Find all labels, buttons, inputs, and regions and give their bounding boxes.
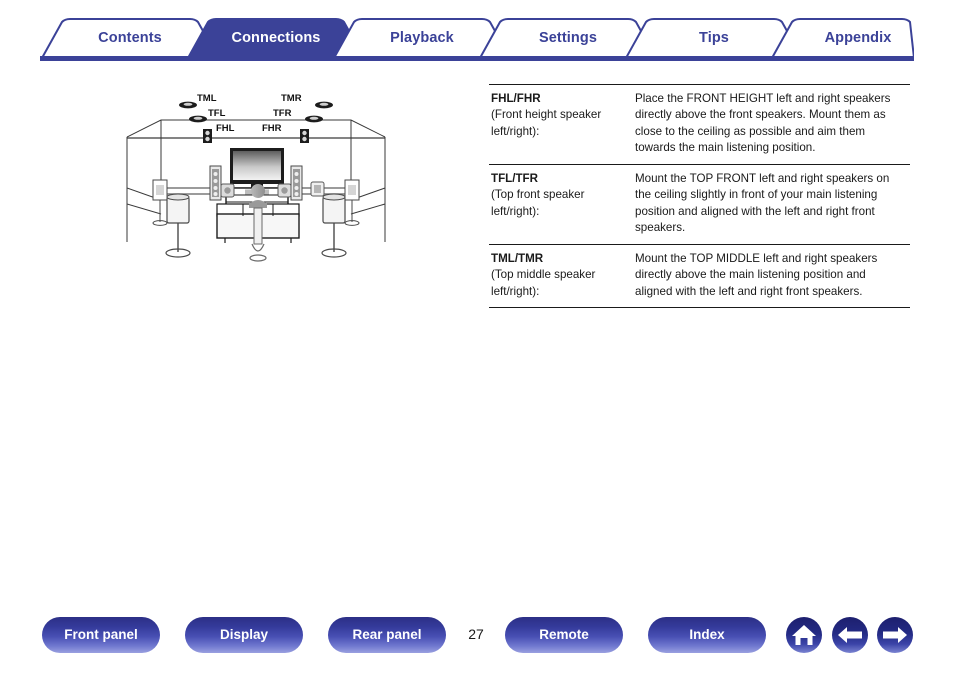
diagram-label-fhr: FHR	[262, 123, 282, 134]
speaker-layout-illustration	[126, 101, 386, 262]
speaker-name: (Top middle speaker left/right):	[491, 268, 596, 298]
tab-appendix[interactable]: Appendix	[798, 18, 918, 58]
back-arrow-glyph	[838, 627, 862, 643]
table-cell-term: TFL/TFR (Top front speaker left/right):	[489, 163, 627, 245]
table-row: FHL/FHR (Front height speaker left/right…	[489, 84, 910, 165]
speaker-definition-table: FHL/FHR (Front height speaker left/right…	[489, 84, 910, 308]
surround-back-speaker-left	[310, 181, 325, 197]
tfr-cone	[309, 116, 319, 120]
front-height-speaker-right	[300, 129, 309, 143]
speaker-code: FHL/FHR	[491, 92, 541, 105]
table-cell-description: Mount the TOP MIDDLE left and right spea…	[627, 243, 910, 308]
footer-navigation: Front panel Display Rear panel 27 Remote…	[0, 612, 954, 673]
tab-tips[interactable]: Tips	[654, 18, 774, 58]
tab-connections[interactable]: Connections	[216, 18, 336, 58]
diagram-label-tmr: TMR	[281, 93, 302, 104]
table-row: TML/TMR (Top middle speaker left/right):…	[489, 243, 910, 308]
speaker-code: TFL/TFR	[491, 171, 539, 185]
forward-arrow-icon[interactable]	[877, 617, 913, 653]
tab-settings[interactable]: Settings	[508, 18, 628, 58]
diagram-label-tml: TML	[197, 93, 217, 104]
table-cell-term: FHL/FHR (Front height speaker left/right…	[489, 84, 627, 165]
tmr-cone	[319, 102, 329, 106]
speaker-layout-diagram: TML TFL FHL TMR TFR FHR	[125, 92, 387, 267]
main-tab-bar[interactable]: Contents Connections Playback Settings T…	[40, 18, 914, 62]
diagram-label-fhl: FHL	[216, 123, 235, 134]
back-arrow-icon[interactable]	[832, 617, 868, 653]
footer-button-display[interactable]: Display	[185, 617, 303, 653]
tfl-cone	[193, 116, 203, 120]
corner-speaker-left-rear	[152, 179, 168, 226]
surround-speaker-left	[220, 183, 235, 198]
table-row: TFL/TFR (Top front speaker left/right): …	[489, 163, 910, 245]
home-icon[interactable]	[786, 617, 822, 653]
speaker-name: (Front height speaker left/right):	[491, 108, 602, 138]
footer-button-index[interactable]: Index	[648, 617, 766, 653]
table-cell-description: Mount the TOP FRONT left and right speak…	[627, 163, 910, 245]
footer-button-rear-panel[interactable]: Rear panel	[328, 617, 446, 653]
surround-speaker-right	[277, 183, 292, 198]
speaker-code: TML/TMR	[491, 251, 544, 265]
tab-playback[interactable]: Playback	[362, 18, 482, 58]
footer-button-remote[interactable]: Remote	[505, 617, 623, 653]
forward-arrow-glyph	[883, 627, 907, 643]
front-height-speaker-left	[203, 129, 212, 143]
diagram-label-tfr: TFR	[273, 108, 292, 119]
speaker-name: (Top front speaker left/right):	[491, 188, 585, 218]
table-cell-description: Place the FRONT HEIGHT left and right sp…	[627, 84, 910, 165]
television	[230, 148, 284, 188]
tab-contents[interactable]: Contents	[70, 18, 190, 58]
page-number: 27	[468, 626, 484, 642]
footer-button-front-panel[interactable]: Front panel	[42, 617, 160, 653]
floor-speaker-right	[321, 193, 347, 258]
tml-cone	[183, 102, 193, 106]
front-speaker-right	[290, 165, 303, 201]
corner-speaker-right-rear	[344, 179, 360, 226]
diagram-label-tfl: TFL	[208, 108, 226, 119]
home-glyph	[792, 625, 816, 645]
front-speaker-left	[209, 165, 222, 201]
table-cell-term: TML/TMR (Top middle speaker left/right):	[489, 243, 627, 308]
floor-speaker-left	[165, 193, 191, 258]
